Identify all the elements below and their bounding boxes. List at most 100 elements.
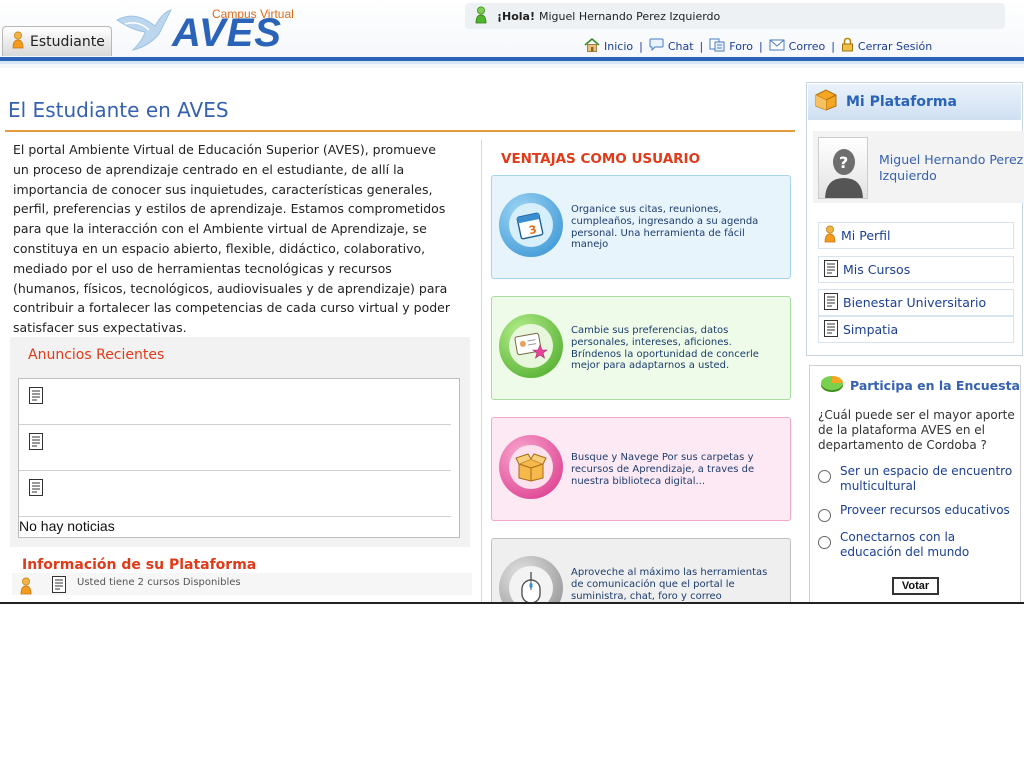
vote-button[interactable]: Votar: [892, 577, 939, 595]
mouse-icon: [509, 566, 553, 602]
user-icon: [12, 31, 24, 53]
encuesta-option: Conectarnos con la educación del mundo: [818, 530, 1016, 560]
document-icon: [824, 259, 838, 280]
profile-card-icon: [509, 324, 553, 368]
pie-chart-icon: [820, 373, 844, 397]
card-icon-circle: [499, 435, 563, 499]
sidebar: Mi Plataforma ? Miguel Hernando Perez Iz…: [806, 82, 1024, 602]
link-correo[interactable]: Correo: [769, 39, 826, 54]
document-icon: [824, 292, 838, 313]
list-item[interactable]: [19, 425, 451, 471]
page-title: El Estudiante en AVES: [8, 98, 229, 122]
user-icon: [20, 577, 32, 599]
encuesta-option-label[interactable]: Conectarnos con la educación del mundo: [840, 530, 1016, 560]
forum-icon: [709, 38, 725, 55]
ventaja-card-text: Aproveche al máximo las herramientas de …: [571, 567, 768, 602]
portal-page: Estudiante Campus Virtual AVES ¡Hola! Mi…: [0, 0, 1024, 604]
empty-news-text: No hay noticias: [19, 518, 115, 534]
tab-estudiante[interactable]: Estudiante: [2, 26, 112, 56]
calendar-icon: 3: [509, 203, 553, 247]
link-foro[interactable]: Foro: [709, 38, 753, 55]
sidebar-item-label: Mis Cursos: [843, 262, 911, 277]
ventaja-card-text: Cambie sus preferencias, datos personale…: [571, 325, 759, 372]
avatar[interactable]: ?: [818, 137, 868, 199]
sidebar-item-bienestar[interactable]: Bienestar Universitario: [818, 289, 1014, 316]
package-icon: [814, 89, 838, 115]
document-icon: [52, 576, 66, 597]
lock-icon: [841, 37, 854, 55]
card-icon-circle: [499, 314, 563, 378]
logo-wordmark: AVES: [172, 11, 282, 55]
link-inicio-label: Inicio: [604, 39, 634, 53]
info-plataforma-text[interactable]: Usted tiene 2 cursos Disponibles: [77, 577, 241, 588]
chat-bubble-icon: [649, 38, 664, 54]
open-box-icon: [509, 445, 553, 489]
encuesta-panel: Participa en la Encuesta ¿Cuál puede ser…: [809, 365, 1021, 602]
encuesta-option: Proveer recursos educativos: [818, 503, 1016, 522]
anuncios-panel: Anuncios Recientes No hay noticias: [10, 337, 470, 547]
radio-button[interactable]: [818, 536, 831, 549]
link-cerrar-sesion-label: Cerrar Sesión: [857, 39, 933, 53]
mi-plataforma-title: Mi Plataforma: [846, 94, 957, 110]
link-correo-label: Correo: [788, 39, 826, 53]
greeting-name: Miguel Hernando Perez Izquierdo: [539, 9, 721, 23]
ventaja-card-text: Organice sus citas, reuniones, cumpleaño…: [571, 204, 759, 251]
ventaja-card-biblioteca[interactable]: Busque y Navege Por sus carpetas y recur…: [491, 417, 791, 521]
anuncios-title: Anuncios Recientes: [28, 347, 165, 363]
header: Estudiante Campus Virtual AVES ¡Hola! Mi…: [0, 0, 1024, 68]
sidebar-item-mi-perfil[interactable]: Mi Perfil: [818, 222, 1014, 249]
separator: |: [639, 39, 643, 53]
list-item[interactable]: [19, 379, 451, 425]
ventaja-card-preferencias[interactable]: Cambie sus preferencias, datos personale…: [491, 296, 791, 400]
header-accent-line-light: [0, 61, 1024, 64]
mi-plataforma-header: Mi Plataforma: [808, 84, 1021, 120]
sidebar-item-label: Bienestar Universitario: [843, 295, 987, 310]
user-name[interactable]: Miguel Hernando Perez Izquierdo: [879, 152, 1024, 184]
card-icon-circle: [499, 556, 563, 602]
greeting-bar: ¡Hola! Miguel Hernando Perez Izquierdo: [465, 3, 1005, 29]
encuesta-option-label[interactable]: Ser un espacio de encuentro multicultura…: [840, 464, 1016, 494]
intro-paragraph: El portal Ambiente Virtual de Educación …: [13, 142, 450, 336]
document-icon: [824, 319, 838, 340]
info-plataforma-row: Usted tiene 2 cursos Disponibles: [12, 573, 472, 595]
home-icon: [584, 37, 600, 55]
online-user-icon: [475, 6, 487, 27]
title-divider: [5, 130, 795, 132]
radio-button[interactable]: [818, 470, 831, 483]
list-item[interactable]: [19, 471, 451, 517]
svg-text:?: ?: [839, 153, 848, 172]
link-inicio[interactable]: Inicio: [584, 37, 634, 55]
encuesta-question: ¿Cuál puede ser el mayor aporte de la pl…: [818, 408, 1015, 452]
user-card: ? Miguel Hernando Perez Izquierdo: [813, 131, 1024, 203]
link-chat[interactable]: Chat: [649, 38, 694, 54]
mail-icon: [769, 39, 785, 54]
top-links: Inicio | Chat | Foro | Correo | Cerrar S…: [584, 37, 932, 55]
mi-plataforma-panel: Mi Plataforma ? Miguel Hernando Perez Iz…: [806, 82, 1024, 356]
link-foro-label: Foro: [729, 39, 753, 53]
link-cerrar-sesion[interactable]: Cerrar Sesión: [841, 37, 932, 55]
ventajas-title: VENTAJAS COMO USUARIO: [501, 151, 701, 167]
tab-estudiante-label: Estudiante: [30, 33, 105, 50]
encuesta-option: Ser un espacio de encuentro multicultura…: [818, 464, 1016, 494]
encuesta-title: Participa en la Encuesta: [850, 377, 1020, 393]
user-icon: [824, 225, 836, 246]
card-icon-circle: 3: [499, 193, 563, 257]
sidebar-item-mis-cursos[interactable]: Mis Cursos: [818, 256, 1014, 283]
document-icon: [29, 433, 43, 454]
sidebar-item-label: Simpatia: [843, 322, 899, 337]
info-plataforma-title: Información de su Plataforma: [22, 557, 257, 573]
encuesta-header: Participa en la Encuesta: [820, 373, 1020, 397]
document-icon: [29, 387, 43, 408]
ventaja-card-comunicacion[interactable]: Aproveche al máximo las herramientas de …: [491, 538, 791, 602]
sidebar-item-simpatia[interactable]: Simpatia: [818, 316, 1014, 343]
separator: |: [831, 39, 835, 53]
column-divider: [481, 140, 482, 602]
radio-button[interactable]: [818, 509, 831, 522]
link-chat-label: Chat: [667, 39, 694, 53]
sidebar-item-label: Mi Perfil: [841, 228, 891, 243]
encuesta-option-label[interactable]: Proveer recursos educativos: [840, 503, 1016, 518]
greeting-prefix: ¡Hola!: [497, 9, 535, 23]
ventaja-card-agenda[interactable]: 3 Organice sus citas, reuniones, cumplea…: [491, 175, 791, 279]
ventaja-card-text: Busque y Navege Por sus carpetas y recur…: [571, 452, 755, 487]
separator: |: [699, 39, 704, 53]
